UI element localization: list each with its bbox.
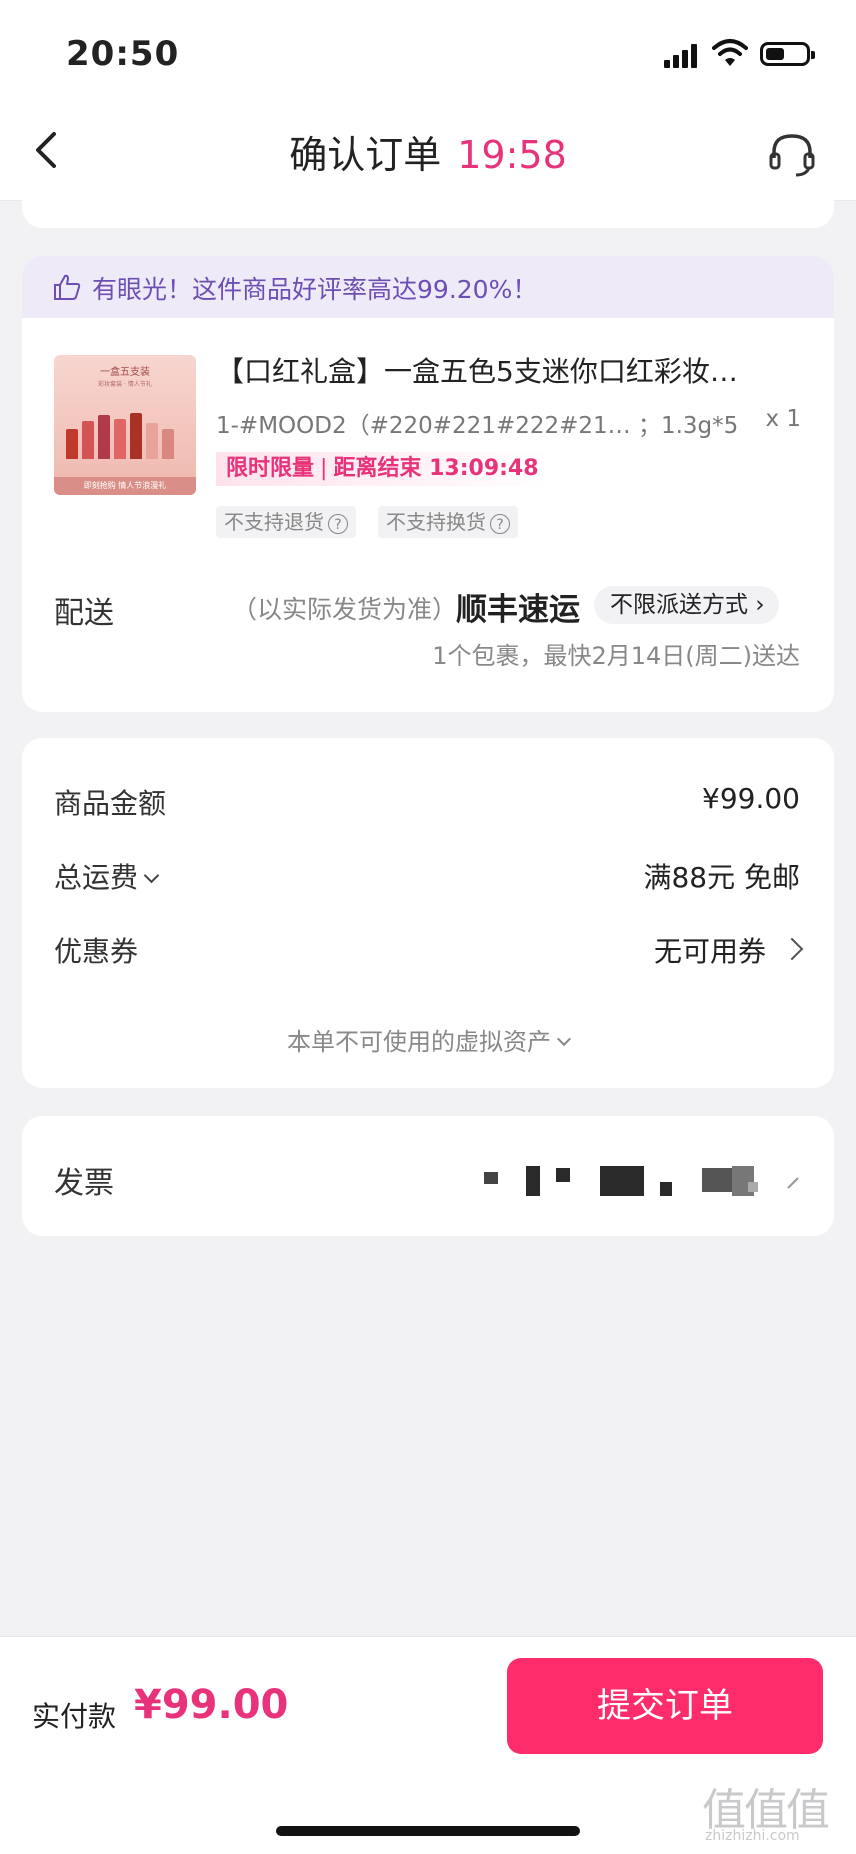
payment-countdown: 19:58 [457,133,567,177]
product-title[interactable]: 【口红礼盒】一盒五色5支迷你口红彩妆… [216,350,816,390]
goods-amount-value: ¥99.00 [702,782,800,815]
freight-toggle[interactable]: 总运费 [54,856,160,896]
page-title: 确认订单 19:58 [0,124,856,179]
wifi-icon [712,39,748,66]
help-icon: ? [490,513,510,534]
no-exchange-tag[interactable]: 不支持换货? [378,506,518,538]
flash-sale-label: 限时限量 [226,456,315,481]
shipping-label: 配送 [54,596,114,631]
page-title-text: 确认订单 [289,133,442,177]
freight-value: 满88元 免邮 [643,861,800,894]
flash-countdown: 13:09:48 [429,456,539,481]
home-indicator[interactable] [276,1826,580,1836]
virtual-assets-text: 本单不可使用的虚拟资产 [287,1028,551,1056]
chevron-right-icon [787,1177,799,1189]
flash-sale-divider: | [320,456,328,481]
chevron-right-icon: › [755,592,765,618]
product-image-footer: 即刻抢购 情人节浪漫礼 [54,477,196,495]
customer-service-icon[interactable] [766,128,818,180]
pay-label: 实付款 [32,1700,117,1733]
product-image[interactable]: 一盒五支装 彩妆套装 · 情人节礼 即刻抢购 情人节浪漫礼 [54,355,196,495]
product-spec[interactable]: 1-#MOOD2（#220#221#222#21… ；1.3g*5 x 1 [216,406,816,440]
shipping-carrier: 顺丰速运 [456,592,580,628]
submit-order-button[interactable]: 提交订单 [507,1658,823,1754]
rating-banner: 有眼光！这件商品好评率高达99.20%！ [22,256,834,318]
product-image-subtitle: 彩妆套装 · 情人节礼 [98,381,152,388]
chevron-down-icon [143,867,160,884]
watermark-url: zhizhizhi.com [705,1828,800,1844]
delivery-mode-text: 不限派送方式 [610,592,748,618]
coupon-value: 无可用券 [653,935,766,968]
battery-icon [760,42,815,66]
product-image-title: 一盒五支装 [100,367,150,378]
no-exchange-tag-text: 不支持换货 [386,510,486,534]
virtual-assets-toggle[interactable]: 本单不可使用的虚拟资产 [0,1022,856,1057]
shipping-note: （以实际发货为准） [232,595,458,624]
goods-amount-label: 商品金额 [54,787,167,820]
invoice-label: 发票 [54,1166,114,1201]
product-quantity: x 1 [765,406,801,432]
flash-countdown-label: 距离结束 [333,456,422,481]
coupon-label: 优惠券 [54,935,139,968]
chevron-right-icon [780,937,804,961]
no-return-tag-text: 不支持退货 [224,510,324,534]
help-icon: ? [328,513,348,534]
no-return-tag[interactable]: 不支持退货? [216,506,356,538]
top-bar: 20:50 确认订单 19:58 [0,0,856,201]
coupon-selector[interactable]: 无可用券 [653,930,804,970]
status-time: 20:50 [66,34,180,74]
delivery-mode-selector[interactable]: 不限派送方式 › [594,586,779,624]
flash-sale-badge: 限时限量 | 距离结束 13:09:48 [216,452,549,486]
product-spec-text: 1-#MOOD2（#220#221#222#21… ；1.3g*5 [216,413,739,439]
shipping-eta: 1个包裹，最快2月14日(周二)送达 [432,642,800,670]
thumbs-up-icon [54,274,81,300]
lipstick-illustration [66,407,184,459]
pay-amount: ¥99.00 [134,1682,289,1728]
chevron-down-icon [556,1031,572,1047]
previous-card-edge [22,200,834,228]
rating-banner-text: 有眼光！这件商品好评率高达99.20%！ [92,275,538,304]
cellular-signal-icon [664,44,698,68]
freight-label: 总运费 [54,861,139,894]
